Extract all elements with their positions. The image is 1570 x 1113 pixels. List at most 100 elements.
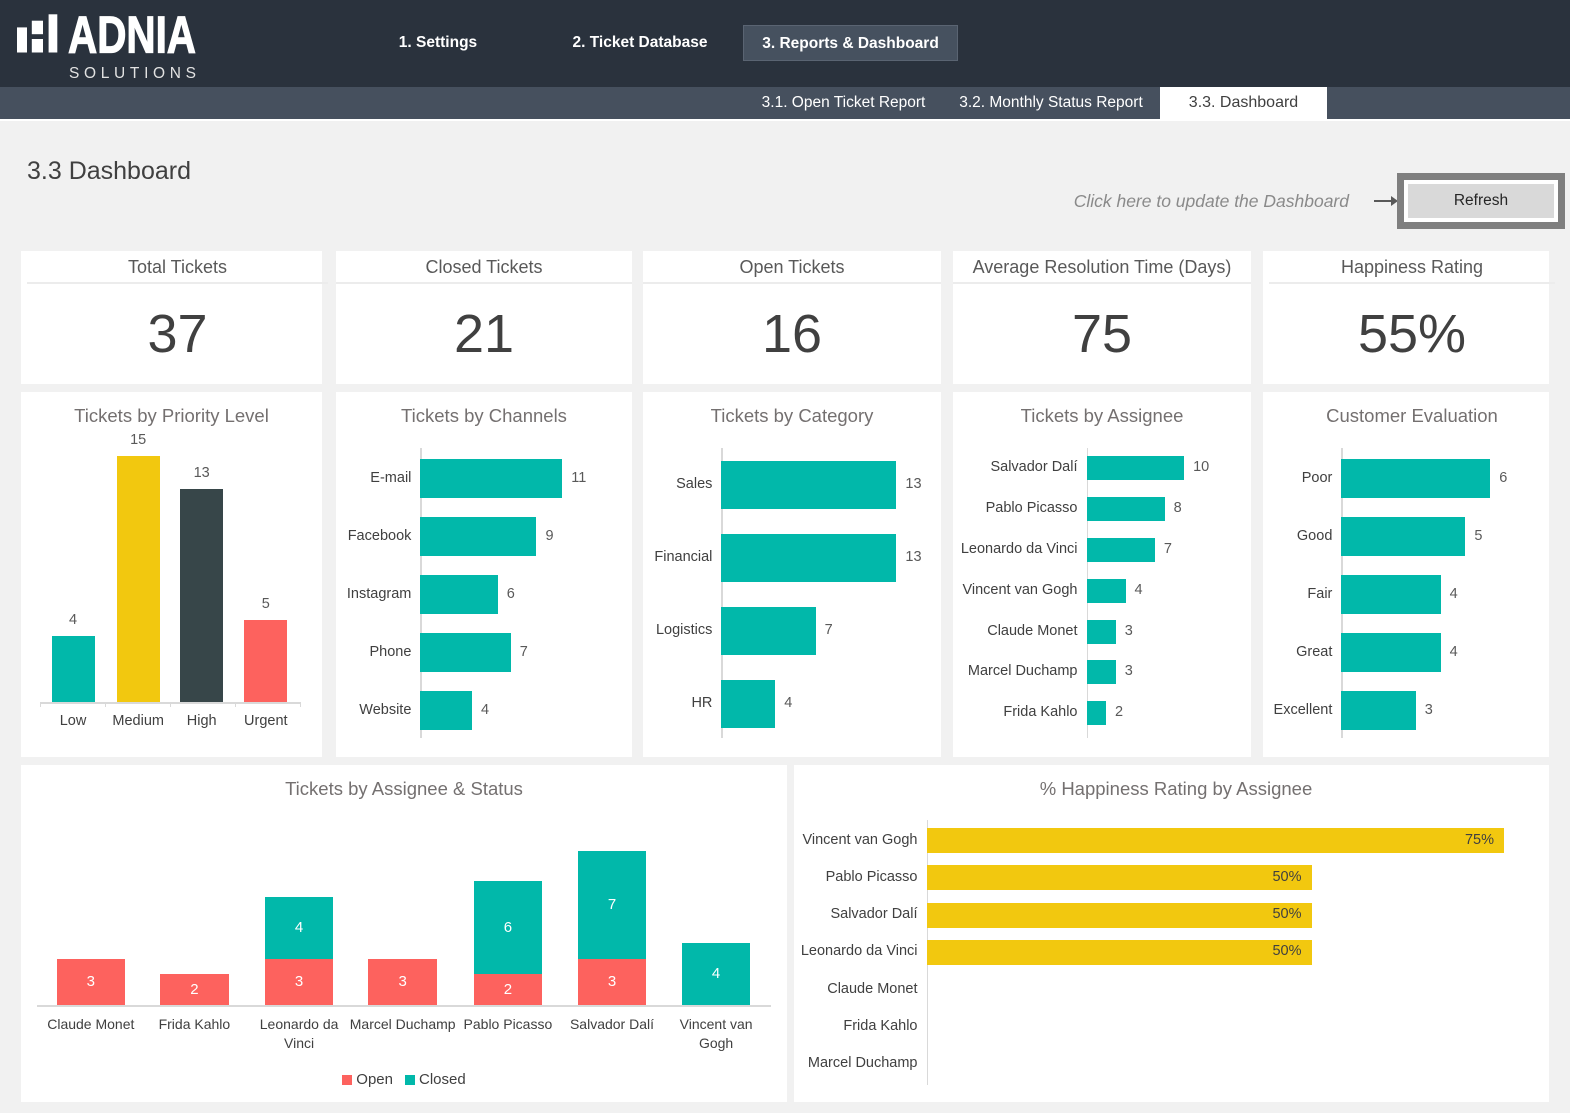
sub-navigation-bar: 3.1. Open Ticket Report 3.2. Monthly Sta… [0, 87, 1570, 121]
category-label: Financial [643, 549, 712, 565]
kpi-label: Average Resolution Time (Days) [953, 251, 1251, 284]
axis-tick [40, 702, 41, 707]
chart-card-channels: Tickets by ChannelsE-mail11Facebook9Inst… [336, 392, 632, 757]
kpi-value: 16 [643, 284, 941, 384]
subtab-dashboard[interactable]: 3.3. Dashboard [1160, 87, 1327, 119]
kpi-value: 37 [27, 284, 328, 384]
bar [1087, 456, 1185, 480]
legend-label: Closed [419, 1071, 466, 1088]
category-label: Frida Kahlo [794, 1018, 918, 1034]
segment-value-label: 4 [682, 965, 751, 982]
tagline-text: SOLUTIONS [69, 65, 196, 82]
segment-value-label: 3 [265, 973, 334, 990]
tab-ticket-database[interactable]: 2. Ticket Database [560, 25, 720, 61]
bar-value-label: 4 [32, 612, 115, 628]
bar [117, 456, 160, 702]
category-label: Vincent van [646, 1016, 786, 1032]
category-label: Frida Kahlo [953, 704, 1078, 720]
kpi-label: Total Tickets [27, 251, 328, 284]
bar [1341, 517, 1465, 556]
page-title: 3.3 Dashboard [27, 157, 191, 186]
bar [1341, 459, 1490, 498]
bar [1087, 620, 1116, 644]
chart-title: % Happiness Rating by Assignee [799, 778, 1554, 800]
tab-settings[interactable]: 1. Settings [380, 25, 496, 61]
legend-item: Closed [405, 1071, 466, 1088]
bar [420, 575, 497, 614]
category-label: Marcel Duchamp [953, 663, 1078, 679]
bar [721, 607, 815, 655]
bar [52, 636, 95, 702]
bar [244, 620, 287, 702]
bar-value-label: 5 [224, 596, 307, 612]
category-label: Leonardo da Vinci [953, 541, 1078, 557]
category-label: Sales [643, 476, 712, 492]
category-label: E-mail [336, 470, 411, 486]
category-label: Vincent van Gogh [794, 832, 918, 848]
bar-value-label: 13 [905, 476, 921, 492]
bar-value-label: 4 [784, 695, 792, 711]
segment-value-label: 3 [57, 973, 126, 990]
axis-tick [170, 702, 171, 707]
chart-card-priority: Tickets by Priority Level4Low15Medium13H… [21, 392, 322, 757]
top-navigation-bar: ADNIA SOLUTIONS 1. Settings 2. Ticket Da… [0, 0, 1570, 87]
category-label: Pablo Picasso [794, 869, 918, 885]
category-label: Fair [1263, 586, 1332, 602]
chart-card-assignee: Tickets by AssigneeSalvador Dalí10Pablo … [953, 392, 1251, 757]
bar-value-label: 50% [1252, 906, 1302, 922]
category-label: Poor [1263, 470, 1332, 486]
tab-reports-dashboard[interactable]: 3. Reports & Dashboard [743, 25, 958, 61]
category-label: Claude Monet [794, 981, 918, 997]
bar-chart-icon [17, 14, 57, 52]
bar-value-label: 4 [1135, 582, 1143, 598]
bar-value-label: 5 [1474, 528, 1482, 544]
category-label: Instagram [336, 586, 411, 602]
refresh-hint-text: Click here to update the Dashboard [1074, 191, 1349, 212]
kpi-value: 21 [336, 284, 632, 384]
bar-value-label: 8 [1174, 500, 1182, 516]
bar-value-label: 3 [1125, 623, 1133, 639]
chart-title: Tickets by Assignee & Status [21, 778, 787, 800]
kpi-card: Average Resolution Time (Days) 75 [953, 251, 1251, 384]
bar-value-label: 4 [1450, 644, 1458, 660]
bar [721, 461, 896, 509]
bar-value-label: 4 [481, 702, 489, 718]
bar-value-label: 50% [1252, 869, 1302, 885]
segment-value-label: 2 [160, 981, 229, 998]
chart-card-category: Tickets by CategorySales13Financial13Log… [643, 392, 941, 757]
bar-value-label: 7 [825, 622, 833, 638]
bar [721, 534, 896, 582]
bar-value-label: 11 [571, 470, 586, 486]
subtab-open-ticket-report[interactable]: 3.1. Open Ticket Report [752, 87, 935, 119]
chart-title: Tickets by Category [643, 405, 941, 427]
kpi-card: Open Tickets 16 [643, 251, 941, 384]
category-label: Phone [336, 644, 411, 660]
bar [1087, 538, 1155, 562]
bar [1087, 660, 1116, 684]
bar-value-label: 7 [520, 644, 528, 660]
chart-card-happiness: % Happiness Rating by AssigneeVincent va… [794, 765, 1549, 1102]
bar-value-label: 6 [1499, 470, 1507, 486]
kpi-value: 75 [953, 284, 1251, 384]
category-label: Gogh [646, 1035, 786, 1051]
subtab-monthly-status-report[interactable]: 3.2. Monthly Status Report [952, 87, 1150, 119]
category-label: Pablo Picasso [953, 500, 1078, 516]
category-label: Leonardo da Vinci [794, 943, 918, 959]
kpi-card: Closed Tickets 21 [336, 251, 632, 384]
bar-value-label: 13 [905, 549, 921, 565]
chart-title: Tickets by Channels [336, 405, 632, 427]
bar [1341, 633, 1440, 672]
bar [420, 633, 510, 672]
segment-value-label: 2 [474, 981, 543, 998]
segment-value-label: 3 [368, 973, 437, 990]
axis-tick [300, 702, 301, 707]
bar [1087, 701, 1107, 725]
bar [1341, 691, 1415, 730]
bar-value-label: 75% [1444, 832, 1494, 848]
refresh-button[interactable]: Refresh [1397, 173, 1565, 229]
kpi-card: Total Tickets 37 [21, 251, 322, 384]
bar-value-label: 3 [1425, 702, 1433, 718]
category-label: Marcel Duchamp [794, 1055, 918, 1071]
adnia-logo: ADNIA SOLUTIONS [0, 9, 220, 89]
category-label: Website [336, 702, 411, 718]
